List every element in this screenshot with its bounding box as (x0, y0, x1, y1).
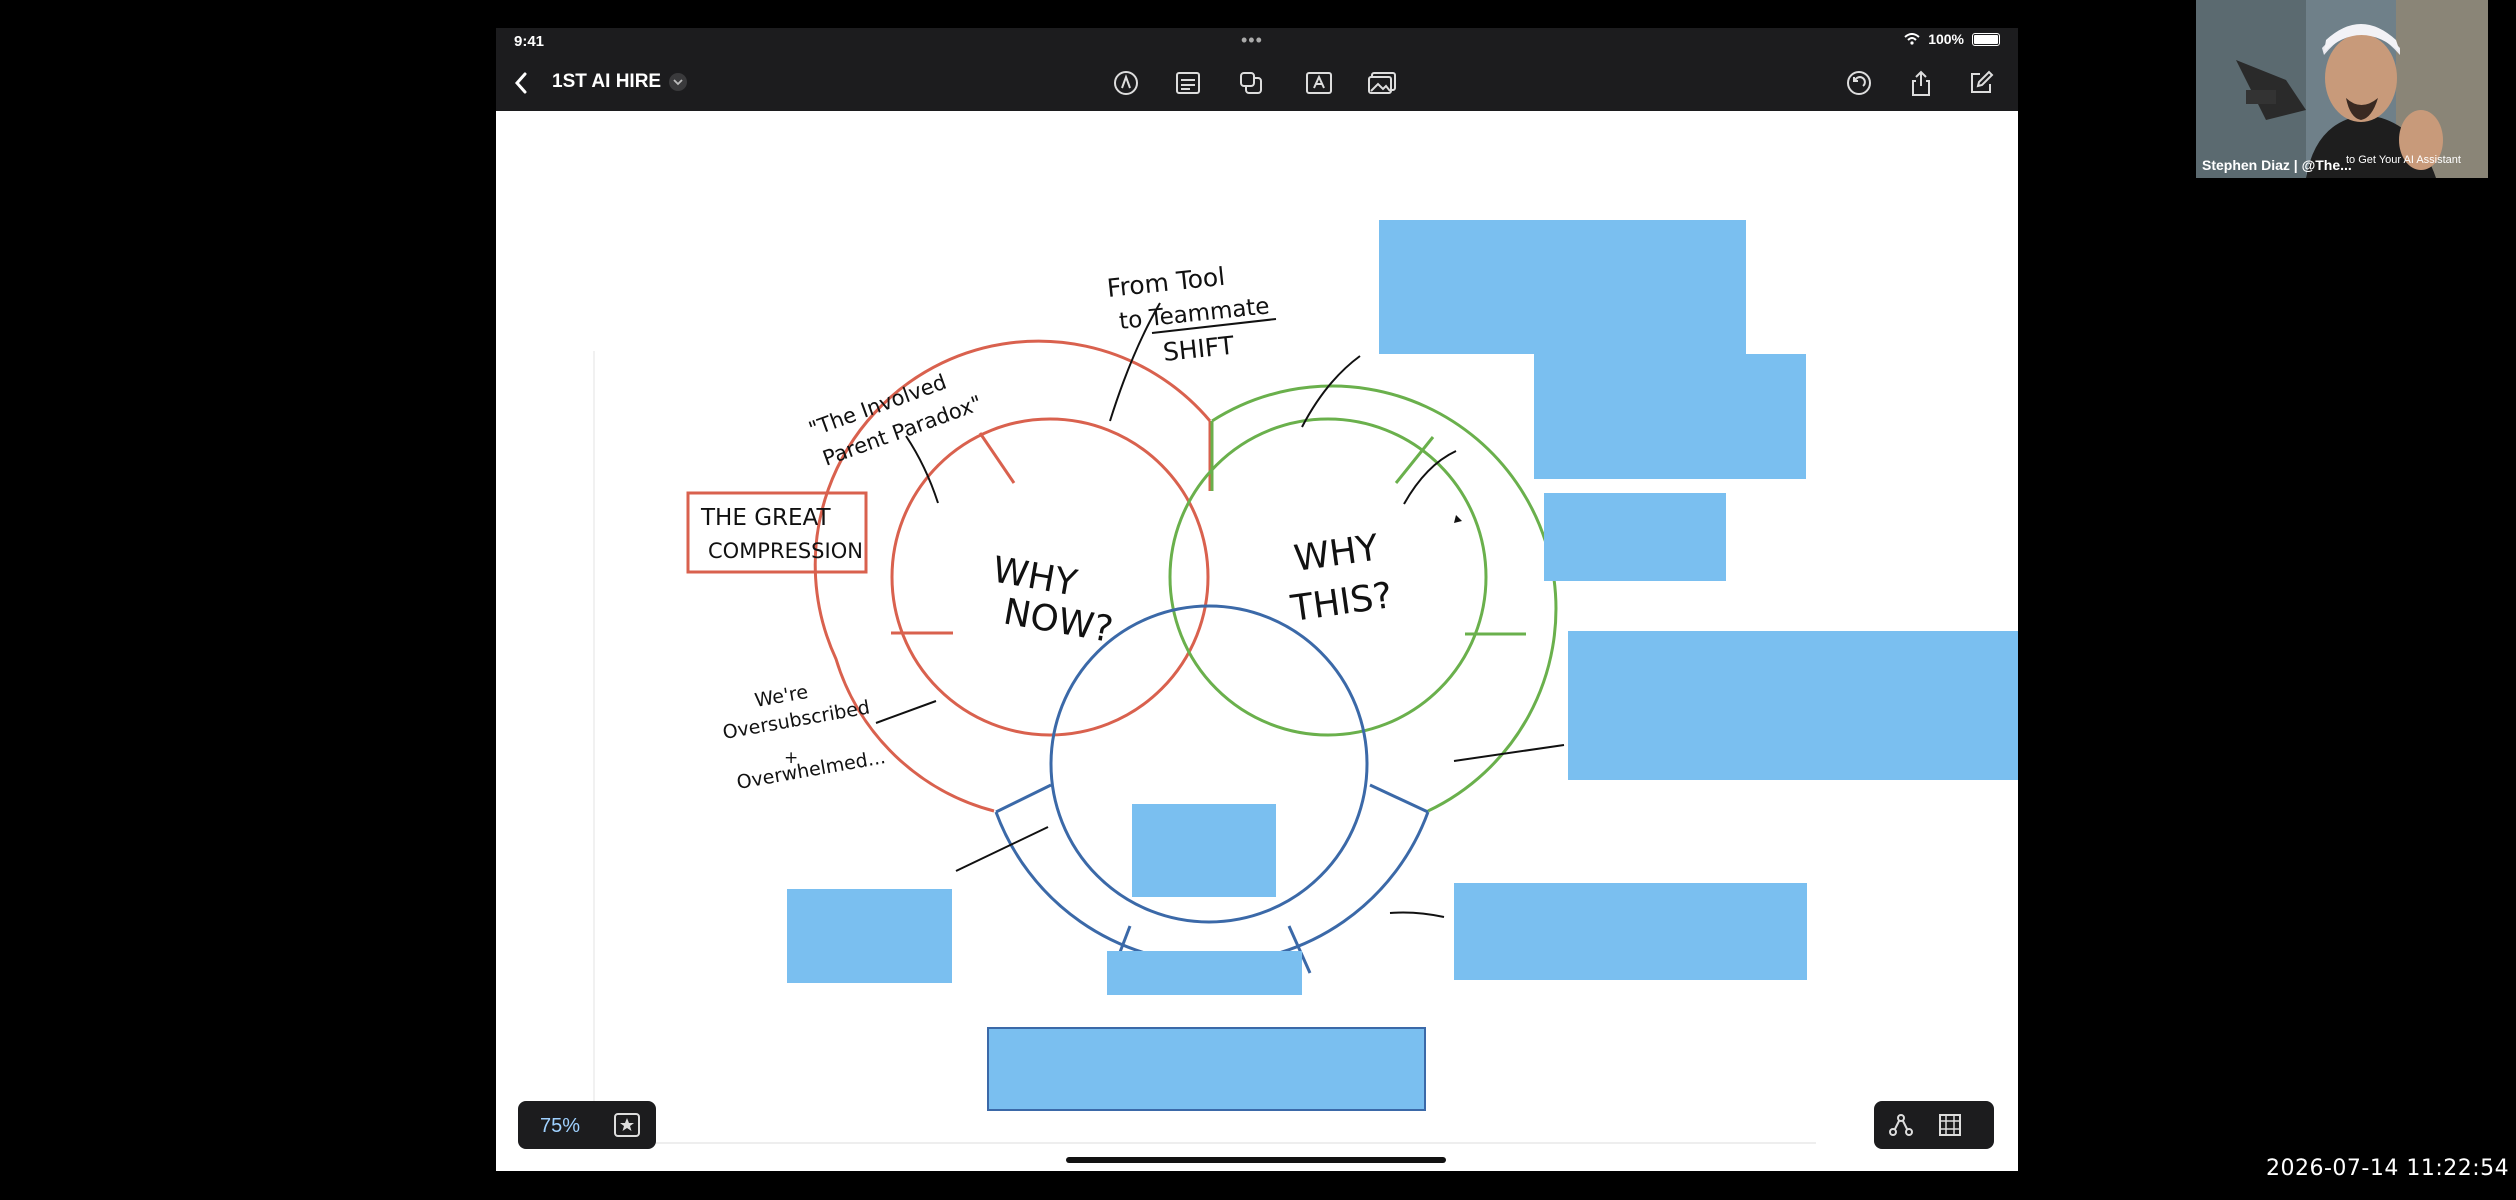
pen-icon (1114, 71, 1138, 95)
undo-icon (1847, 71, 1871, 95)
tool-line-1: From Tool (1106, 262, 1227, 303)
webcam-overlay: Stephen Diaz | @The... to Get Your AI As… (2196, 0, 2488, 178)
redacted-box-1 (1379, 220, 1746, 354)
whiteboard-canvas[interactable]: THE GREAT COMPRESSION WHY NOW? WHY THIS?… (496, 111, 2018, 1171)
ipad-screen: 9:41 ••• 100% 1ST AI HIRE THE GREAT COMP… (496, 28, 2018, 1171)
compression-line-1: THE GREAT (700, 505, 831, 531)
canvas-tools (1874, 1101, 1994, 1149)
redacted-box-4 (1568, 631, 2018, 780)
pointer-cursor-icon (1454, 515, 1462, 523)
back-chevron-icon[interactable] (510, 68, 534, 98)
zoom-level[interactable]: 75% (540, 1115, 580, 1138)
presenter-name: Stephen Diaz | @The... (2202, 157, 2352, 173)
tool-line-3: SHIFT (1162, 331, 1237, 367)
why-now-line-2: NOW? (1000, 591, 1115, 650)
redacted-box-2 (1534, 354, 1806, 479)
textbox-tool-button[interactable] (1302, 66, 1336, 100)
wifi-icon (1904, 33, 1920, 45)
chevron-down-icon[interactable] (669, 73, 688, 91)
photo-icon (1368, 72, 1396, 94)
share-icon (1912, 70, 1930, 96)
document-title[interactable]: 1ST AI HIRE (552, 71, 688, 93)
blue-ring (994, 604, 1430, 974)
document-title-text: 1ST AI HIRE (552, 71, 662, 92)
redacted-box-6 (787, 889, 952, 983)
presenter-video (2196, 0, 2488, 178)
compression-line-2: COMPRESSION (708, 539, 863, 563)
status-right: 100% (1904, 31, 2000, 47)
favorite-star-icon[interactable] (614, 1113, 640, 1137)
presenter-overlay-text: to Get Your AI Assistant (2346, 154, 2461, 166)
redacted-box-3 (1544, 493, 1726, 581)
redacted-box-5 (1132, 804, 1276, 897)
battery-percent: 100% (1928, 31, 1964, 47)
home-indicator[interactable] (1066, 1157, 1446, 1163)
multitask-dots[interactable]: ••• (1241, 30, 1263, 51)
undo-button[interactable] (1842, 66, 1876, 100)
over-line-4: Overwhelmed... (735, 746, 887, 794)
redacted-box-8 (1107, 951, 1302, 995)
share-button[interactable] (1904, 66, 1938, 100)
connector-icon[interactable] (1888, 1113, 1914, 1137)
why-this-line-1: WHY (1292, 527, 1383, 580)
textbox-icon (1306, 72, 1332, 94)
recording-timestamp: 2026-07-14 11:22:54 (2266, 1156, 2510, 1181)
shapes-tool-button[interactable] (1234, 66, 1268, 100)
redacted-box-7 (1454, 883, 1807, 980)
pen-tool-button[interactable] (1109, 66, 1143, 100)
grid-icon[interactable] (1938, 1113, 1962, 1137)
compose-icon (1971, 70, 1994, 93)
shapes-icon (1240, 72, 1262, 94)
status-time: 9:41 (514, 33, 545, 50)
redacted-box-9 (987, 1027, 1426, 1111)
note-icon (1176, 72, 1200, 94)
compression-box: THE GREAT COMPRESSION (686, 491, 868, 574)
media-tool-button[interactable] (1365, 66, 1399, 100)
zoom-control[interactable]: 75% (518, 1101, 656, 1149)
new-note-button[interactable] (1964, 66, 1998, 100)
text-box-tool-button[interactable] (1171, 66, 1205, 100)
app-toolbar: 9:41 ••• 100% 1ST AI HIRE (496, 28, 2018, 111)
why-this-line-2: THIS? (1288, 575, 1395, 630)
battery-icon (1972, 32, 2000, 46)
